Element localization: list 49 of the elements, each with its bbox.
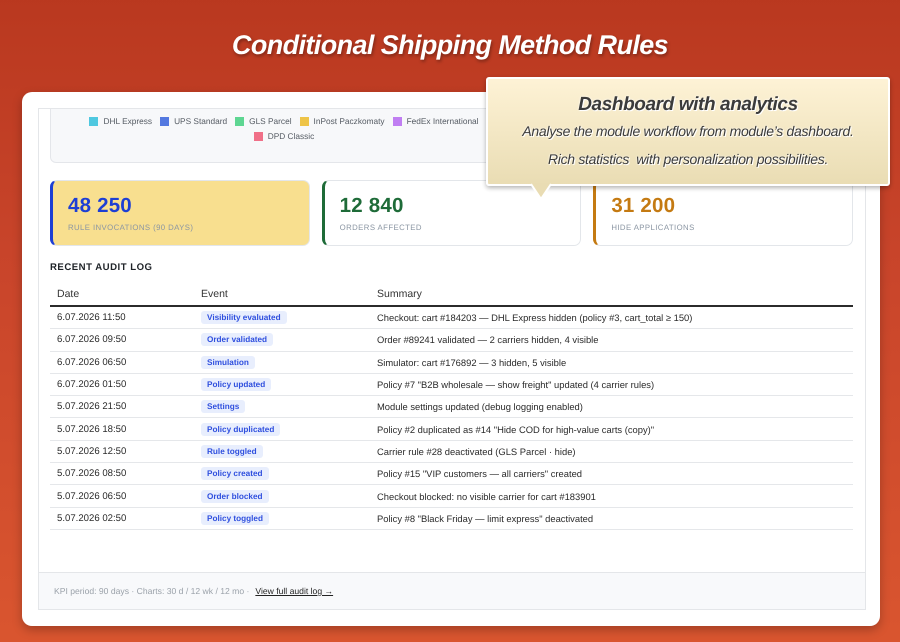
callout-text: Analyse the module workflow from module’s dashboard. [522,122,854,141]
summary-text: Checkout blocked: no visible carrier for cart #183901 [376,490,596,502]
event-tag: Rule toggled [201,444,263,458]
kpi-value: 48 250 [68,194,133,218]
legend-label: UPS Standard [174,116,228,126]
summary-text: Order #89241 validated — 2 carriers hidden, 4 visible [376,334,598,346]
date-text: 5.07.2026 02:50 [56,512,126,524]
audit-log-link[interactable]: View full audit log → [255,586,334,596]
summary-text: Policy #8 "Black Friday — limit express" deactivated [376,512,594,524]
event-tag: Order validated [201,333,274,346]
column-header: Event [200,288,228,300]
summary-text: Checkout: cart #184203 — DHL Express hidden (policy #3, cart_total ≥ 150) [376,312,692,324]
date-text: 5.07.2026 18:50 [56,424,126,435]
summary-text: Carrier rule #28 deactivated (GLS Parcel · hide) [376,446,576,457]
page-title: Conditional Shipping Method Rules [232,30,668,60]
summary-text: Policy #2 duplicated as #14 "Hide COD for high-value carts (copy)" [376,424,654,435]
legend-label: InPost Paczkomaty [314,116,385,126]
date-text: 5.07.2026 12:50 [56,446,126,457]
event-tag: Settings [201,400,246,414]
event-tag: Policy duplicated [201,422,280,436]
legend-label: FedEx International [406,116,479,126]
legend-label: DPD Classic [268,131,314,141]
column-header: Date [56,288,80,300]
event-tag: Order blocked [201,490,269,503]
event-tag: Policy created [201,467,269,480]
summary-text: Policy #7 "B2B wholesale — show freight" updated (4 carrier rules) [376,379,654,390]
event-tag: Policy updated [201,378,272,392]
date-text: 5.07.2026 06:50 [56,490,126,502]
date-text: 5.07.2026 21:50 [56,401,126,412]
event-tag: Policy toggled [201,512,269,525]
event-tag: Simulation [201,356,255,369]
kpi-value: 31 200 [611,194,676,218]
column-header: Summary [376,288,422,300]
summary-text: Module settings updated (debug logging enabled) [376,401,583,412]
legend-label: DHL Express [103,116,152,126]
date-text: 5.07.2026 08:50 [56,468,126,480]
summary-text: Simulator: cart #176892 — 3 hidden, 5 visible [376,356,566,368]
callout-title: Dashboard with analytics [578,93,798,117]
kpi-value: 12 840 [340,194,405,218]
date-text: 6.07.2026 01:50 [56,379,126,390]
callout-text: Rich statistics with personalization possibilities. [548,150,828,169]
legend-label: GLS Parcel [249,116,292,126]
footer-note: KPI period: 90 days · Charts: 30 d / 12 wk / 12 mo · [54,586,250,596]
date-text: 6.07.2026 09:50 [56,334,126,346]
event-tag: Visibility evaluated [201,311,287,324]
date-text: 6.07.2026 06:50 [56,356,126,368]
section-heading: RECENT AUDIT LOG [50,262,154,273]
summary-text: Policy #15 "VIP customers — all carriers" created [376,468,582,480]
date-text: 6.07.2026 11:50 [56,312,126,324]
